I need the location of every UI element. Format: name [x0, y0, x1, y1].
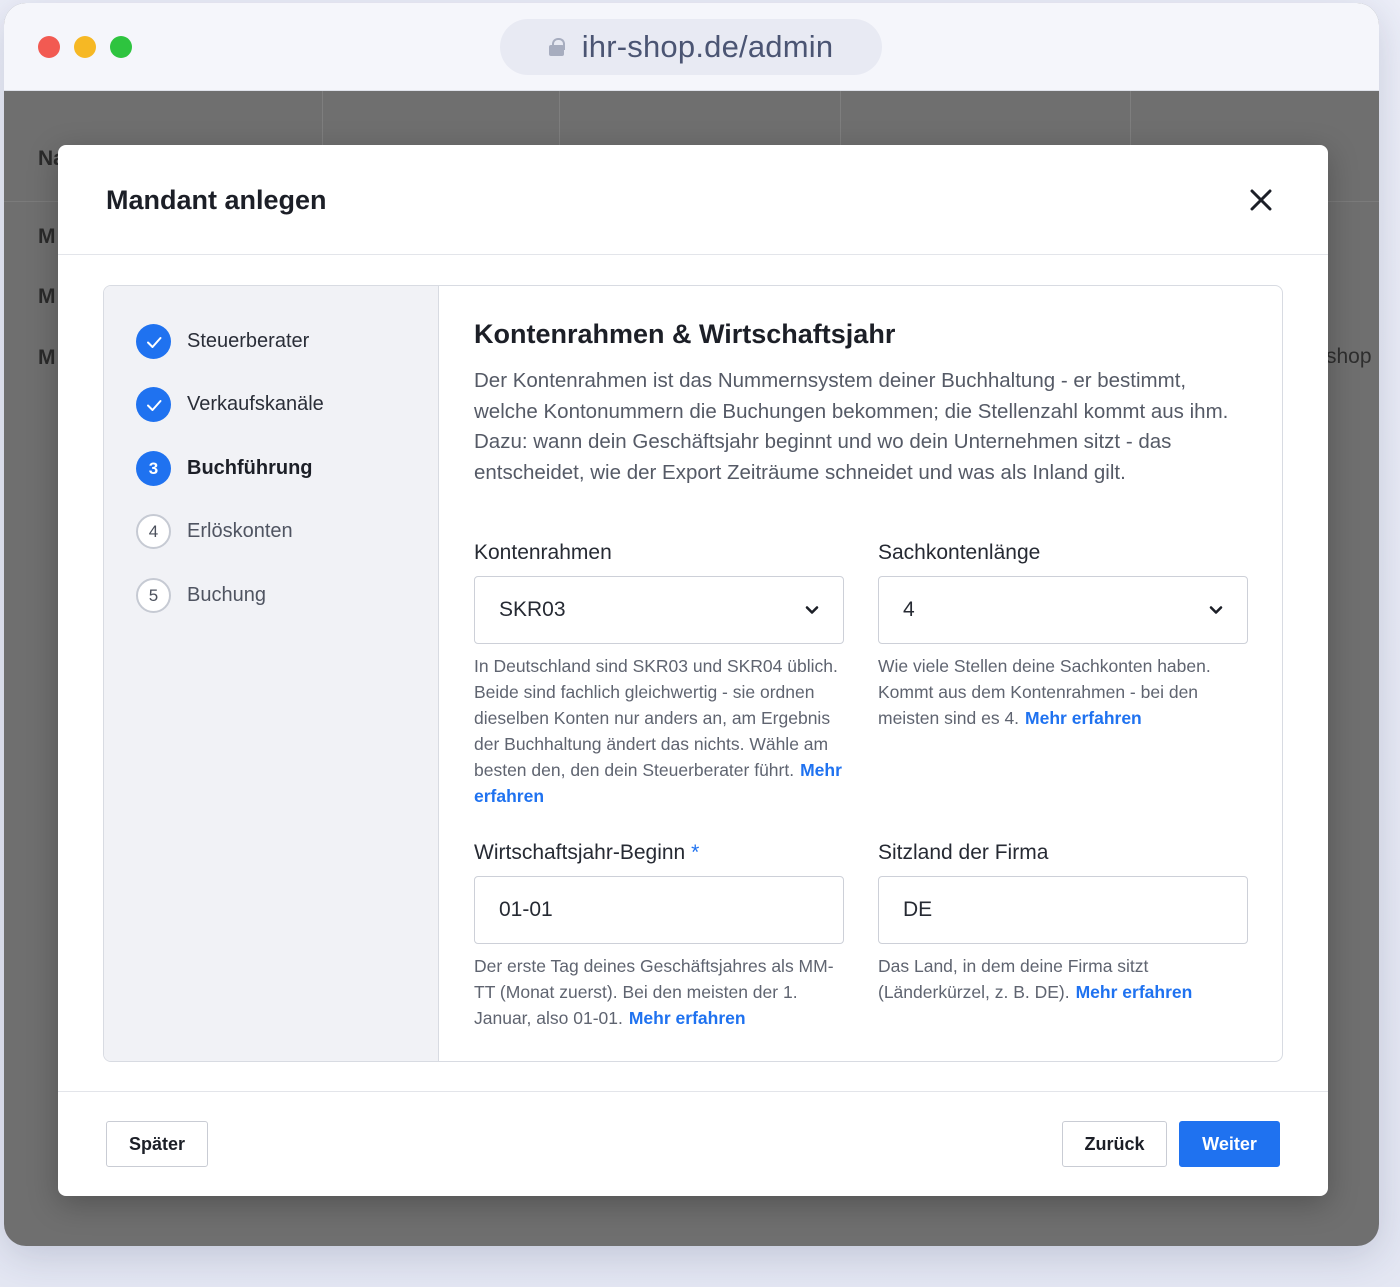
back-button[interactable]: Zurück	[1062, 1121, 1167, 1167]
chevron-down-icon	[805, 606, 819, 614]
sitzland-input[interactable]: DE	[878, 876, 1248, 944]
lock-icon	[548, 38, 565, 56]
step-label: Buchführung	[187, 457, 313, 479]
wirtschaftsjahr-input[interactable]: 01-01	[474, 876, 844, 944]
bg-row-text: M	[38, 346, 56, 369]
next-button[interactable]: Weiter	[1179, 1121, 1280, 1167]
step-erloeskonten[interactable]: 4 Erlöskonten	[136, 514, 293, 549]
address-bar[interactable]: ihr-shop.de/admin	[500, 19, 882, 75]
step-buchfuehrung[interactable]: 3 Buchführung	[136, 451, 313, 486]
url-text: ihr-shop.de/admin	[581, 29, 834, 64]
form-area: Kontenrahmen & Wirtschaftsjahr Der Konte…	[439, 286, 1282, 1061]
sachkontenlaenge-value: 4	[903, 598, 915, 621]
bg-column-divider	[559, 91, 560, 153]
kontenrahmen-label: Kontenrahmen	[474, 541, 612, 564]
bg-row-text: M	[38, 285, 56, 308]
sitzland-value: DE	[903, 898, 933, 921]
step-buchung[interactable]: 5 Buchung	[136, 578, 266, 613]
chevron-down-icon	[1209, 606, 1223, 614]
step-label: Steuerberater	[187, 330, 310, 352]
sachkontenlaenge-select[interactable]: 4	[878, 576, 1248, 644]
window-maximize-dot[interactable]	[110, 36, 132, 58]
wirtschaftsjahr-learn-more-link[interactable]: Mehr erfahren	[629, 1008, 746, 1028]
wizard-card: Steuerberater Verkaufskanäle 3 Buchführu…	[103, 285, 1283, 1062]
check-icon	[146, 399, 161, 411]
step-label: Verkaufskanäle	[187, 393, 324, 415]
step-completed-badge	[136, 324, 171, 359]
window-minimize-dot[interactable]	[74, 36, 96, 58]
step-label: Erlöskonten	[187, 520, 293, 542]
close-icon	[1250, 189, 1272, 211]
sitzland-label: Sitzland der Firma	[878, 841, 1049, 864]
browser-titlebar: ihr-shop.de/admin	[4, 3, 1379, 91]
required-marker: *	[691, 841, 700, 864]
wirtschaftsjahr-helper: Der erste Tag deines Geschäftsjahres als…	[474, 956, 834, 1028]
kontenrahmen-value: SKR03	[499, 598, 566, 621]
create-client-modal: Mandant anlegen Steuerberater Verkaufska…	[58, 145, 1328, 1196]
wirtschaftsjahr-label: Wirtschaftsjahr-Beginn *	[474, 841, 700, 864]
bg-row-text: shop	[1326, 345, 1372, 368]
sitzland-helper: Das Land, in dem deine Firma sitzt (Länd…	[878, 956, 1193, 1002]
wizard-steps: Steuerberater Verkaufskanäle 3 Buchführu…	[104, 286, 439, 1061]
bg-column-divider	[1130, 91, 1131, 153]
sachkontenlaenge-label: Sachkontenlänge	[878, 541, 1041, 564]
wirtschaftsjahr-value: 01-01	[499, 898, 553, 921]
step-steuerberater[interactable]: Steuerberater	[136, 324, 309, 359]
section-description: Der Kontenrahmen ist das Nummernsystem d…	[474, 369, 1229, 484]
modal-title: Mandant anlegen	[106, 185, 327, 215]
modal-header: Mandant anlegen	[58, 145, 1328, 255]
window-close-dot[interactable]	[38, 36, 60, 58]
step-label: Buchung	[187, 584, 266, 606]
step-verkaufskanaele[interactable]: Verkaufskanäle	[136, 387, 324, 422]
step-completed-badge	[136, 387, 171, 422]
later-button[interactable]: Später	[106, 1121, 208, 1167]
close-button[interactable]	[1246, 185, 1276, 215]
step-number-badge: 3	[136, 451, 171, 486]
sachkontenlaenge-helper: Wie viele Stellen deine Sachkonten haben…	[878, 656, 1211, 728]
modal-footer: Später Zurück Weiter	[58, 1091, 1328, 1196]
bg-row-text: M	[38, 225, 56, 248]
kontenrahmen-helper: In Deutschland sind SKR03 und SKR04 übli…	[474, 656, 842, 806]
sachkontenlaenge-learn-more-link[interactable]: Mehr erfahren	[1025, 708, 1142, 728]
section-title: Kontenrahmen & Wirtschaftsjahr	[474, 319, 896, 349]
check-icon	[146, 336, 161, 348]
step-number-badge: 4	[136, 514, 171, 549]
kontenrahmen-select[interactable]: SKR03	[474, 576, 844, 644]
bg-column-divider	[322, 91, 323, 153]
sitzland-learn-more-link[interactable]: Mehr erfahren	[1076, 982, 1193, 1002]
bg-column-divider	[840, 91, 841, 153]
step-number-badge: 5	[136, 578, 171, 613]
